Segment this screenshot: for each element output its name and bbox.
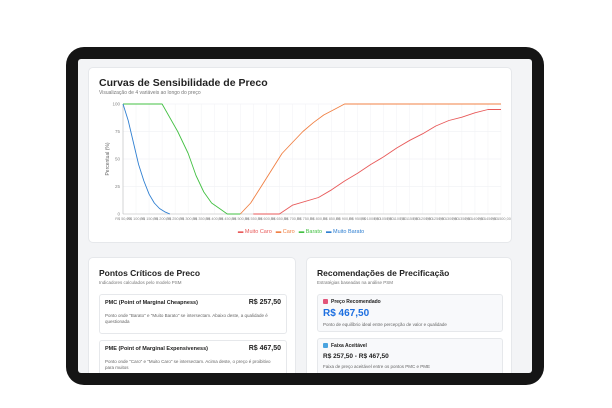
recommendations-title: Recomendações de Precificação — [317, 268, 450, 278]
acceptable-range-value: R$ 257,50 - R$ 467,50 — [323, 353, 389, 360]
acceptable-range-label: Faixa Aceitável — [331, 343, 367, 349]
critical-points-title: Pontos Críticos de Preco — [99, 268, 201, 278]
recommended-price-value: R$ 467,50 — [323, 308, 370, 319]
legend-item[interactable]: ▬ Barato — [299, 229, 322, 235]
x-tick-label: R$ 1500,00 — [491, 217, 511, 221]
critical-point-description: Ponto onde "Caro" e "Muito Caro" se inte… — [105, 359, 271, 370]
recommendations-subtitle: Estratégias baseadas na análise PSM — [317, 280, 394, 285]
legend-item[interactable]: ▬ Caro — [276, 229, 295, 235]
critical-points-subtitle: Indicadores calculados pelo modelo PSM — [99, 280, 182, 285]
critical-point-name: PME (Point of Marginal Expensiveness) — [105, 346, 208, 352]
y-axis-label: Percentual (%) — [105, 142, 111, 175]
recommended-price-label: Preço Recomendado — [331, 299, 381, 305]
tablet-device: Curvas de Sensibilidade de Preco Visuali… — [66, 47, 544, 385]
tablet-screen: Curvas de Sensibilidade de Preco Visuali… — [78, 59, 532, 373]
price-sensitivity-chart: 0255075100R$ 50,00R$ 100,00R$ 150,00R$ 2… — [105, 102, 511, 222]
critical-point-pme: PME (Point of Marginal Expensiveness) R$… — [99, 340, 287, 373]
legend-item[interactable]: ▬ Muito Barato — [326, 229, 364, 235]
chart-legend: ▬ Muito Caro ▬ Caro ▬ Barato ▬ Muito Barato — [89, 229, 513, 235]
y-tick-label: 0 — [117, 212, 120, 217]
chart-bar-icon — [323, 343, 328, 348]
acceptable-range-description: Faixa de preço aceitável entre os pontos… — [323, 364, 431, 369]
recommended-price-box: Preço Recomendado R$ 467,50 Ponto de equ… — [317, 294, 503, 332]
acceptable-range-box: Faixa Aceitável R$ 257,50 - R$ 467,50 Fa… — [317, 338, 503, 373]
critical-point-pmc: PMC (Point of Marginal Cheapness) R$ 257… — [99, 294, 287, 334]
y-tick-label: 25 — [115, 184, 121, 189]
critical-point-name: PMC (Point of Marginal Cheapness) — [105, 300, 198, 306]
recommended-price-description: Ponto de equilíbrio ideal entre percepçã… — [323, 322, 447, 327]
recommendations-card: Recomendações de Precificação Estratégia… — [306, 257, 512, 373]
y-tick-label: 50 — [115, 157, 121, 162]
series-line-muito-caro — [253, 109, 501, 215]
y-tick-label: 75 — [115, 129, 121, 134]
sensitivity-chart-card: Curvas de Sensibilidade de Preco Visuali… — [88, 67, 512, 243]
critical-points-card: Pontos Críticos de Preco Indicadores cal… — [88, 257, 296, 373]
tag-icon — [323, 299, 328, 304]
legend-item[interactable]: ▬ Muito Caro — [238, 229, 272, 235]
critical-point-description: Ponto onde "Barato" e "Muito Barato" se … — [105, 313, 268, 324]
critical-point-value: R$ 257,50 — [248, 299, 281, 306]
y-tick-label: 100 — [112, 102, 120, 107]
critical-point-value: R$ 467,50 — [248, 345, 281, 352]
